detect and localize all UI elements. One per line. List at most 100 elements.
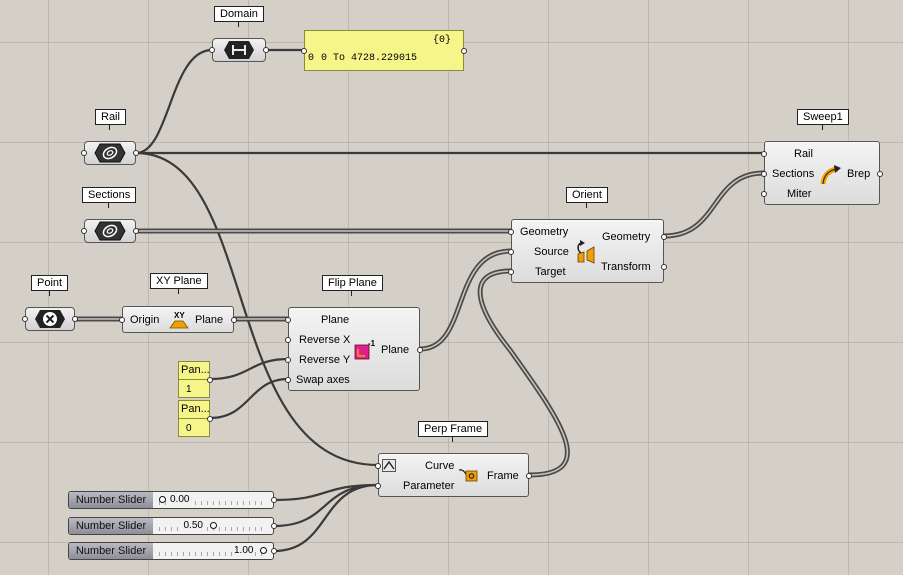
flip-output-grip[interactable]	[417, 347, 423, 353]
perp-frame-grip[interactable]	[526, 473, 532, 479]
domain-input-grip[interactable]	[209, 47, 215, 53]
slider-name: Number Slider	[69, 518, 153, 534]
orient-component[interactable]: Geometry Source Target Geometry Transfor…	[508, 219, 667, 283]
flip-input-swap-axes: Swap axes	[296, 374, 350, 386]
sections-output-grip[interactable]	[133, 228, 139, 234]
slider-name: Number Slider	[69, 543, 153, 559]
slider-3-output-grip[interactable]	[271, 548, 277, 554]
flip-swap-axes-grip[interactable]	[285, 377, 291, 383]
flip-reverse-x-grip[interactable]	[285, 337, 291, 343]
orient-target-grip[interactable]	[508, 269, 514, 275]
wire-panel1-to-reverse-y[interactable]	[209, 357, 289, 381]
slider-track[interactable]: 1.00	[155, 543, 269, 559]
wire-rail-to-domain[interactable]	[135, 48, 213, 155]
orient-geometry-grip[interactable]	[508, 229, 514, 235]
svg-text:XY: XY	[174, 311, 185, 320]
wire-slider3-to-param[interactable]	[273, 483, 379, 553]
point-input-grip[interactable]	[22, 316, 28, 322]
slider-value: 0.00	[169, 493, 191, 507]
slider-1-output-grip[interactable]	[271, 497, 277, 503]
perp-input-parameter: Parameter	[403, 480, 455, 492]
sweep-miter-grip[interactable]	[761, 191, 767, 197]
orient-input-target: Target	[535, 266, 566, 278]
domain-output-panel[interactable]: {0} 0 0 To 4728.229015	[301, 30, 467, 71]
rail-output-grip[interactable]	[133, 150, 139, 156]
panel-input-grip[interactable]	[301, 48, 307, 54]
number-slider-1[interactable]: Number Slider 0.00	[68, 491, 274, 509]
flip-plane-grip[interactable]	[285, 317, 291, 323]
flip-output-plane: Plane	[381, 344, 410, 356]
flip-plane-component[interactable]: Plane Reverse X Reverse Y Swap axes -1 P…	[285, 307, 423, 391]
sweep1-tag: Sweep1	[797, 109, 849, 130]
sweep-input-miter: Miter	[787, 188, 812, 200]
slider-value: 1.00	[233, 544, 255, 558]
orient-output-transform: Transform	[601, 261, 651, 273]
rail-tag: Rail	[95, 109, 126, 130]
xy-plane-component[interactable]: Origin XY Plane	[119, 306, 237, 333]
perp-output-frame: Frame	[487, 470, 519, 482]
panel-divider	[179, 379, 209, 380]
orient-out-geometry-grip[interactable]	[661, 234, 667, 240]
orient-out-transform-grip[interactable]	[661, 264, 667, 270]
panel-index: 0	[308, 53, 315, 64]
orient-tag: Orient	[566, 187, 608, 208]
point-param-icon	[35, 310, 65, 328]
flip-reverse-y-grip[interactable]	[285, 357, 291, 363]
wire-perp-to-orient-target[interactable]	[477, 268, 570, 478]
curve-param-icon	[94, 143, 126, 163]
orient-input-source: Source	[534, 246, 569, 258]
panel-value: 0	[186, 423, 192, 434]
orient-input-geometry: Geometry	[520, 226, 569, 238]
reparameterize-flag-icon[interactable]	[382, 459, 396, 472]
perp-parameter-grip[interactable]	[375, 483, 381, 489]
perp-frame-icon	[458, 469, 478, 482]
slider-knob[interactable]	[159, 496, 166, 503]
sweep-rail-grip[interactable]	[761, 151, 767, 157]
panel-output-grip[interactable]	[461, 48, 467, 54]
point-tag: Point	[31, 275, 69, 296]
perp-curve-grip[interactable]	[375, 463, 381, 469]
xy-plane-origin-grip[interactable]	[119, 317, 125, 323]
sweep-input-sections: Sections	[772, 168, 815, 180]
sections-curve-param[interactable]	[81, 219, 139, 243]
domain-bracket-icon	[224, 41, 254, 59]
panel-path: {0}	[432, 35, 451, 46]
xy-plane-origin-label: Origin	[130, 314, 160, 326]
domain-component[interactable]	[209, 38, 269, 62]
slider-knob[interactable]	[260, 547, 267, 554]
perp-frame-component[interactable]: Curve Parameter Frame	[375, 453, 532, 497]
orient-source-grip[interactable]	[508, 249, 514, 255]
rail-input-grip[interactable]	[81, 150, 87, 156]
domain-output-grip[interactable]	[263, 47, 269, 53]
wire-panel0-to-swap-axes[interactable]	[209, 377, 289, 420]
slider-value: 0.50	[182, 519, 204, 533]
number-slider-3[interactable]: Number Slider 1.00	[68, 542, 274, 560]
number-slider-2[interactable]: Number Slider 0.50	[68, 517, 274, 535]
sweep1-component[interactable]: Rail Sections Miter Brep	[761, 141, 883, 205]
rail-curve-param[interactable]	[81, 141, 139, 165]
sweep-sections-grip[interactable]	[761, 171, 767, 177]
sweep-brep-grip[interactable]	[877, 171, 883, 177]
point-output-grip[interactable]	[72, 316, 78, 322]
value-panel-1[interactable]: Pan... 1	[178, 361, 213, 398]
value-panel-0[interactable]: Pan... 0	[178, 400, 213, 437]
panel-output-grip[interactable]	[207, 377, 213, 383]
curve-param-icon	[94, 221, 126, 241]
sections-input-grip[interactable]	[81, 228, 87, 234]
flip-plane-tag: Flip Plane	[322, 275, 383, 296]
slider-track[interactable]: 0.00	[155, 492, 269, 508]
slider-knob[interactable]	[209, 522, 217, 529]
perp-frame-tag: Perp Frame	[418, 421, 489, 442]
panel-title: Pan...	[181, 403, 210, 415]
slider-track[interactable]: 0.50	[155, 518, 269, 534]
slider-name: Number Slider	[69, 492, 153, 508]
xy-plane-output-grip[interactable]	[231, 317, 237, 323]
xy-plane-icon: XY	[169, 311, 189, 329]
slider-2-output-grip[interactable]	[271, 523, 277, 529]
orient-output-geometry: Geometry	[602, 231, 651, 243]
point-param[interactable]	[22, 307, 78, 331]
flip-input-plane: Plane	[321, 314, 350, 326]
panel-output-grip[interactable]	[207, 416, 213, 422]
flip-plane-icon: -1	[354, 339, 375, 360]
perp-input-curve: Curve	[425, 460, 455, 472]
